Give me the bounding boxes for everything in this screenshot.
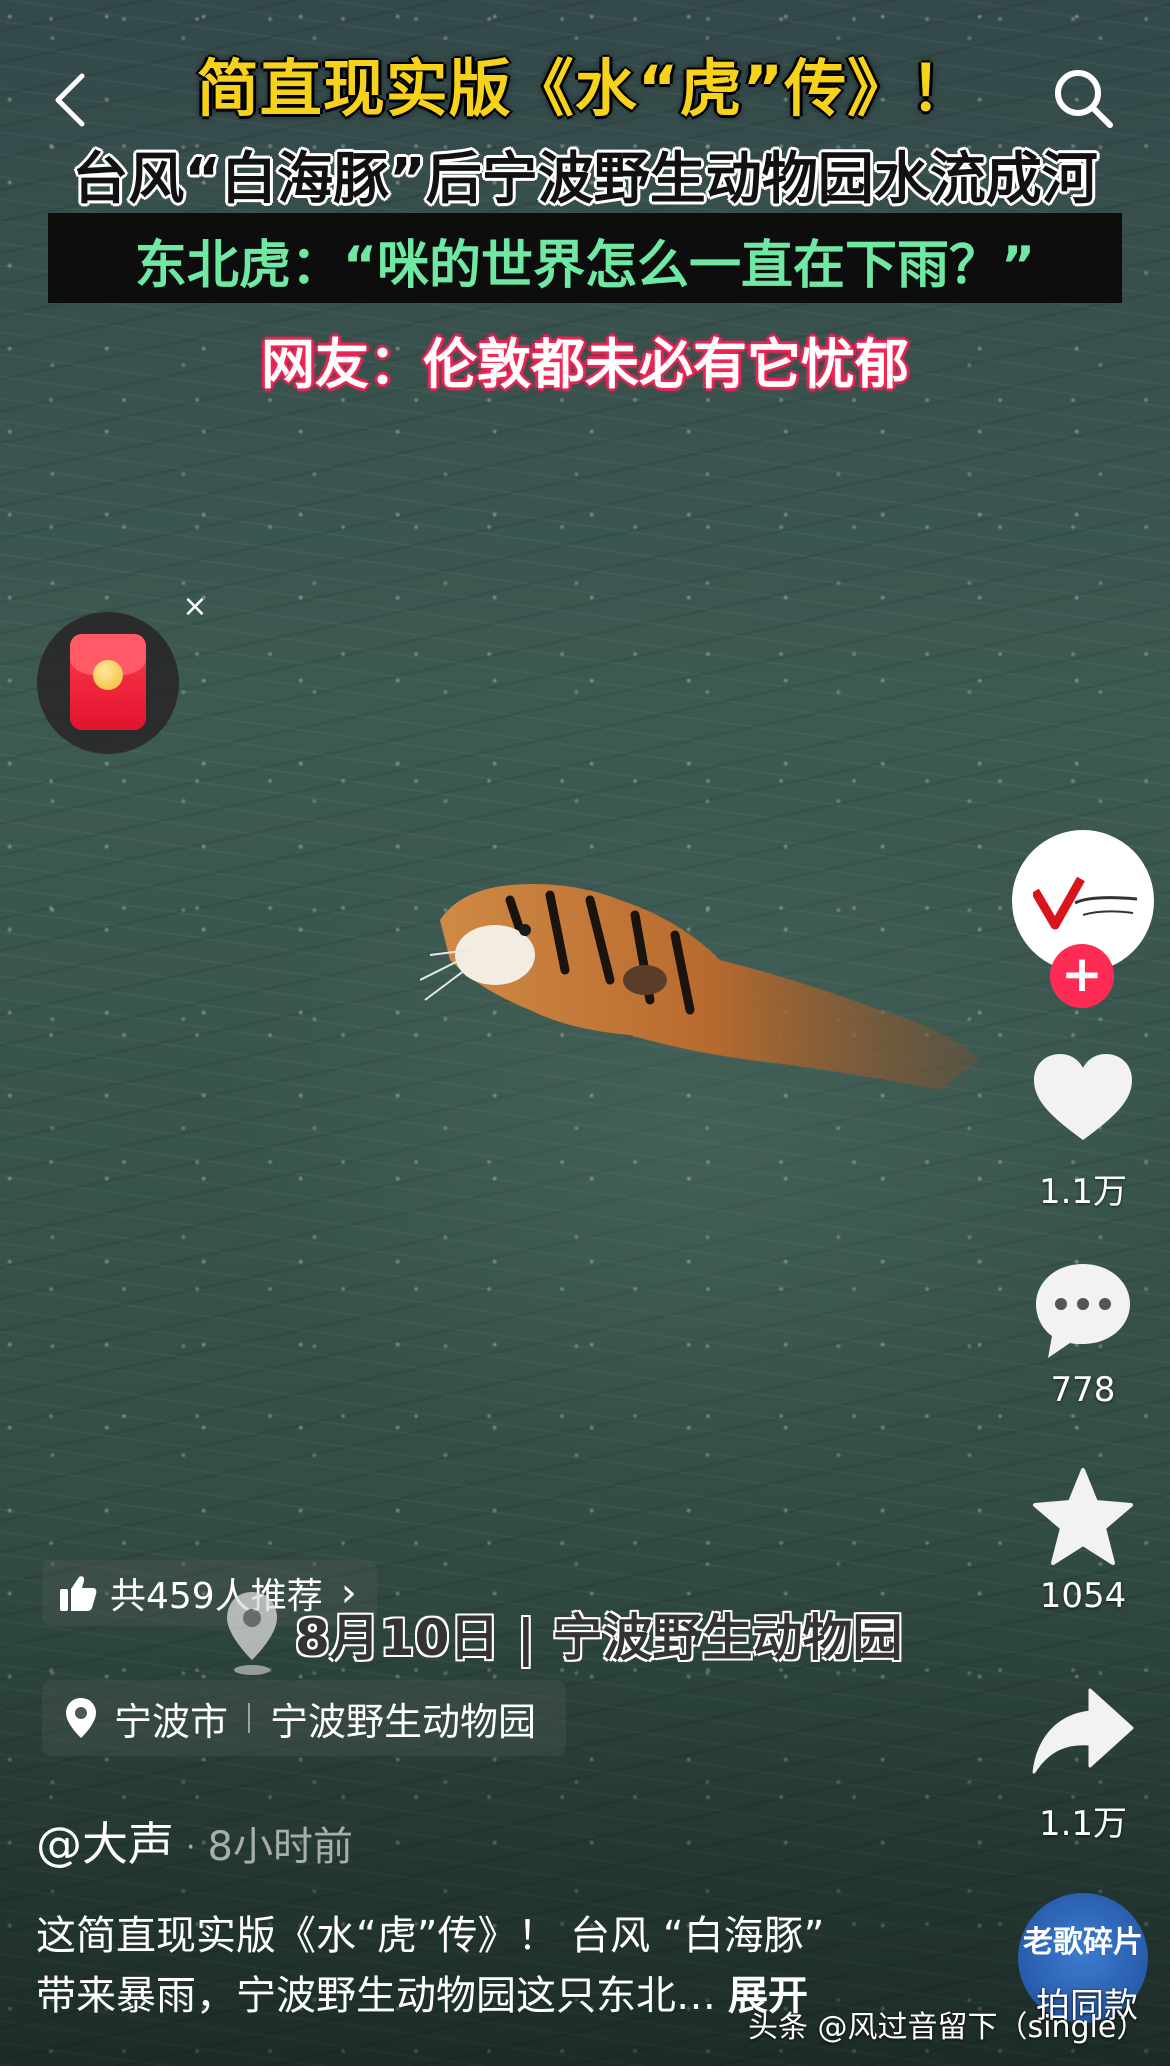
video-caption-title: 简直现实版《水“虎”传》！ xyxy=(196,52,974,125)
comment-icon[interactable] xyxy=(1030,1258,1136,1364)
source-watermark: 头条 @风过音留下（single） xyxy=(748,2010,1147,2045)
search-icon[interactable] xyxy=(1050,65,1116,131)
video-caption-subtitle: 台风“白海豚”后宁波野生动物园水流成河 xyxy=(72,147,1098,212)
favorite-count: 1054 xyxy=(1039,1576,1127,1616)
location-divider xyxy=(248,1703,251,1733)
recommend-count-text: 共459人推荐 xyxy=(110,1576,323,1617)
location-city: 宁波市 xyxy=(114,1699,229,1744)
location-pin-icon xyxy=(66,1698,96,1738)
follow-button[interactable]: + xyxy=(1050,944,1114,1008)
comment-count: 778 xyxy=(1050,1370,1116,1410)
video-overlay-date-place: 8月10日 | 宁波野生动物园 xyxy=(295,1609,903,1667)
video-location-pin-icon xyxy=(227,1592,277,1675)
back-icon[interactable] xyxy=(48,70,92,130)
author-line: @大声 · 8小时前 xyxy=(36,1808,353,1874)
red-envelope-button[interactable] xyxy=(37,612,179,754)
like-count: 1.1万 xyxy=(1038,1172,1128,1212)
description-line-2: 带来暴雨，宁波野生动物园这只东北… xyxy=(36,1973,716,2019)
red-envelope-close-button[interactable]: × xyxy=(180,592,210,622)
like-heart-icon[interactable] xyxy=(1030,1048,1136,1154)
zhejiang-voice-logo xyxy=(1033,876,1138,930)
video-player[interactable]: 简直现实版《水“虎”传》！ 台风“白海豚”后宁波野生动物园水流成河 东北虎：“咪… xyxy=(0,0,1170,2066)
author-separator: · xyxy=(186,1830,196,1865)
share-count: 1.1万 xyxy=(1038,1804,1128,1844)
author-name[interactable]: @大声 xyxy=(36,1817,174,1871)
tiger-image xyxy=(420,884,980,1090)
location-place: 宁波野生动物园 xyxy=(270,1699,537,1744)
thumbs-up-icon xyxy=(60,1576,97,1611)
red-envelope-icon xyxy=(70,634,146,730)
favorite-star-icon[interactable] xyxy=(1030,1466,1136,1572)
post-time: 8小时前 xyxy=(207,1824,353,1870)
description-line-1: 这简直现实版《水“虎”传》！ 台风 “白海豚” xyxy=(36,1913,825,1959)
video-caption-tiger-quote: 东北虎：“咪的世界怎么一直在下雨？” xyxy=(134,236,1036,296)
video-caption-netizen: 网友：伦敦都未必有它忧郁 xyxy=(261,333,909,396)
location-chip[interactable]: 宁波市 宁波野生动物园 xyxy=(42,1680,567,1756)
share-arrow-icon[interactable] xyxy=(1030,1680,1136,1786)
